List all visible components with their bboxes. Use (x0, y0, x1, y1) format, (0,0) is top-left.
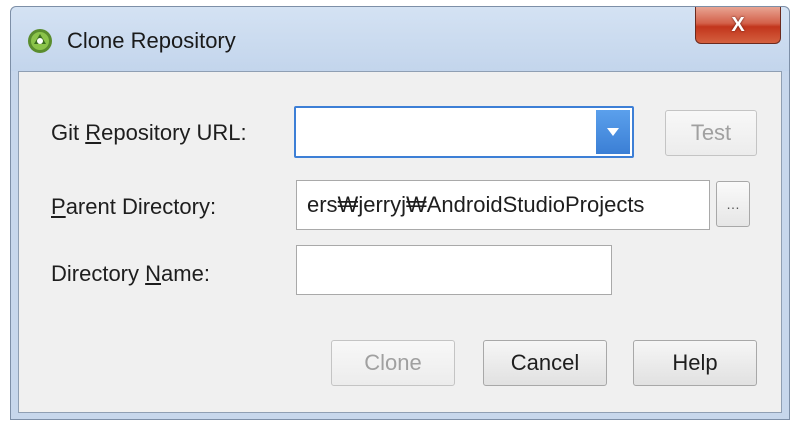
git-url-label: Git Repository URL: (51, 120, 247, 145)
test-button[interactable]: Test (665, 110, 757, 156)
chevron-down-icon (607, 128, 619, 136)
dialog-content: Git Repository URL: Test Parent Director… (18, 71, 782, 413)
close-button[interactable]: X (695, 7, 781, 44)
browse-button[interactable]: … (716, 181, 750, 227)
git-url-combobox[interactable] (294, 106, 634, 158)
clone-button[interactable]: Clone (331, 340, 455, 386)
window-title: Clone Repository (67, 28, 236, 53)
parent-directory-field[interactable]: ers₩jerryj₩AndroidStudioProjects (296, 180, 710, 230)
cancel-button[interactable]: Cancel (483, 340, 607, 386)
directory-name-label: Directory Name: (51, 261, 210, 286)
parent-directory-label: Parent Directory: (51, 194, 217, 219)
ellipsis-icon: … (726, 196, 740, 212)
title-bar[interactable]: Clone Repository X (11, 7, 789, 71)
help-button[interactable]: Help (633, 340, 757, 386)
directory-name-field[interactable] (296, 245, 612, 295)
clone-repository-dialog: Clone Repository X Git Repository URL: T… (10, 6, 790, 420)
android-studio-icon (28, 29, 52, 53)
close-icon: X (731, 13, 745, 36)
dropdown-button[interactable] (596, 110, 630, 154)
